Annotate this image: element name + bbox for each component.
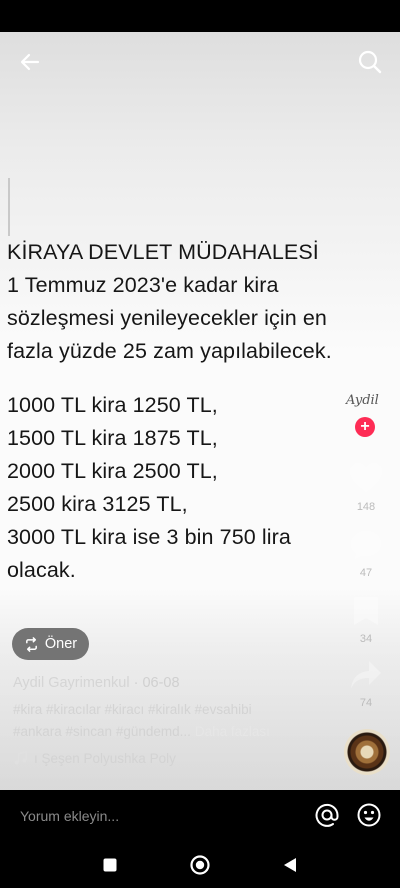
creator-avatar[interactable]: Aydil +	[332, 387, 400, 439]
post-title: KİRAYA DEVLET MÜDAHALESİ	[7, 240, 319, 264]
post-line: fazla yüzde 25 zam yapılabilecek.	[7, 339, 332, 363]
repost-icon	[25, 636, 37, 652]
heart-icon	[350, 463, 382, 492]
search-button[interactable]	[352, 44, 388, 80]
back-button[interactable]	[12, 44, 48, 80]
at-sign-icon	[315, 803, 339, 827]
post-line: 1500 TL kira 1875 TL,	[7, 426, 218, 450]
recommend-button[interactable]: Öner	[12, 628, 89, 660]
system-nav-bar	[0, 842, 400, 888]
bookmark-icon	[354, 597, 378, 625]
post-image-text: KİRAYA DEVLET MÜDAHALESİ 1 Temmuz 2023'e…	[7, 236, 367, 587]
share-arrow-icon	[351, 661, 381, 689]
post-line: sözleşmesi yenileyecekler için en	[7, 306, 327, 330]
post-line: olacak.	[7, 558, 76, 582]
video-stage[interactable]: KİRAYA DEVLET MÜDAHALESİ 1 Temmuz 2023'e…	[0, 32, 400, 790]
follow-button[interactable]: +	[355, 417, 375, 437]
emoji-icon	[357, 803, 381, 827]
caption-hashtags-text[interactable]: #ankara #sincan #gündemd...	[13, 724, 191, 739]
post-line: 1000 TL kira 1250 TL,	[7, 393, 218, 417]
status-bar	[0, 0, 400, 32]
post-line: 1 Temmuz 2023'e kadar kira	[7, 273, 279, 297]
search-icon	[358, 50, 382, 74]
circle-icon	[190, 855, 210, 875]
square-icon	[103, 858, 117, 872]
comment-input[interactable]: Yorum ekleyin...	[20, 808, 119, 824]
recommend-label: Öner	[44, 636, 78, 652]
post-line: 2000 TL kira 2500 TL,	[7, 459, 218, 483]
avatar-logo-text: Aydil	[346, 393, 379, 408]
author-line[interactable]: Aydil Gayrimenkul · 06-08	[13, 675, 180, 691]
triangle-back-icon	[284, 858, 296, 872]
author-name[interactable]: Aydil Gayrimenkul	[13, 675, 130, 691]
music-title: ı Şeşen Polyushka Poly	[34, 751, 176, 766]
caption-hashtags-line2[interactable]: #ankara #sincan #gündemd... Daha fazlası	[13, 724, 270, 739]
caption-hashtags[interactable]: #kira #kiracılar #kiracı #kiralık #evsah…	[13, 702, 252, 717]
arrow-left-icon	[20, 53, 40, 71]
post-line: 2500 kira 3125 TL,	[7, 492, 188, 516]
music-ticker[interactable]: ı Şeşen Polyushka Poly	[13, 751, 176, 766]
mention-button[interactable]	[312, 800, 342, 830]
comment-bar: Yorum ekleyin...	[0, 790, 400, 842]
divider-line	[8, 178, 10, 236]
like-count: 148	[356, 501, 376, 513]
post-date: · 06-08	[129, 675, 180, 691]
share-button[interactable]: 74	[332, 659, 400, 709]
post-line: 3000 TL kira ise 3 bin 750 lira	[7, 525, 291, 549]
recent-apps-button[interactable]	[96, 851, 124, 879]
more-link[interactable]: Daha fazlası	[195, 724, 270, 739]
save-button[interactable]: 34	[332, 595, 400, 645]
comment-count: 47	[359, 567, 373, 579]
share-count: 74	[359, 697, 373, 709]
like-button[interactable]: 148	[332, 461, 400, 513]
music-disc[interactable]	[344, 729, 390, 775]
save-count: 34	[359, 633, 373, 645]
music-note-icon	[14, 751, 27, 765]
emoji-button[interactable]	[354, 800, 384, 830]
comment-bubble-icon	[351, 531, 381, 559]
system-back-button[interactable]	[276, 851, 304, 879]
home-button[interactable]	[186, 851, 214, 879]
comment-button[interactable]: 47	[332, 529, 400, 579]
